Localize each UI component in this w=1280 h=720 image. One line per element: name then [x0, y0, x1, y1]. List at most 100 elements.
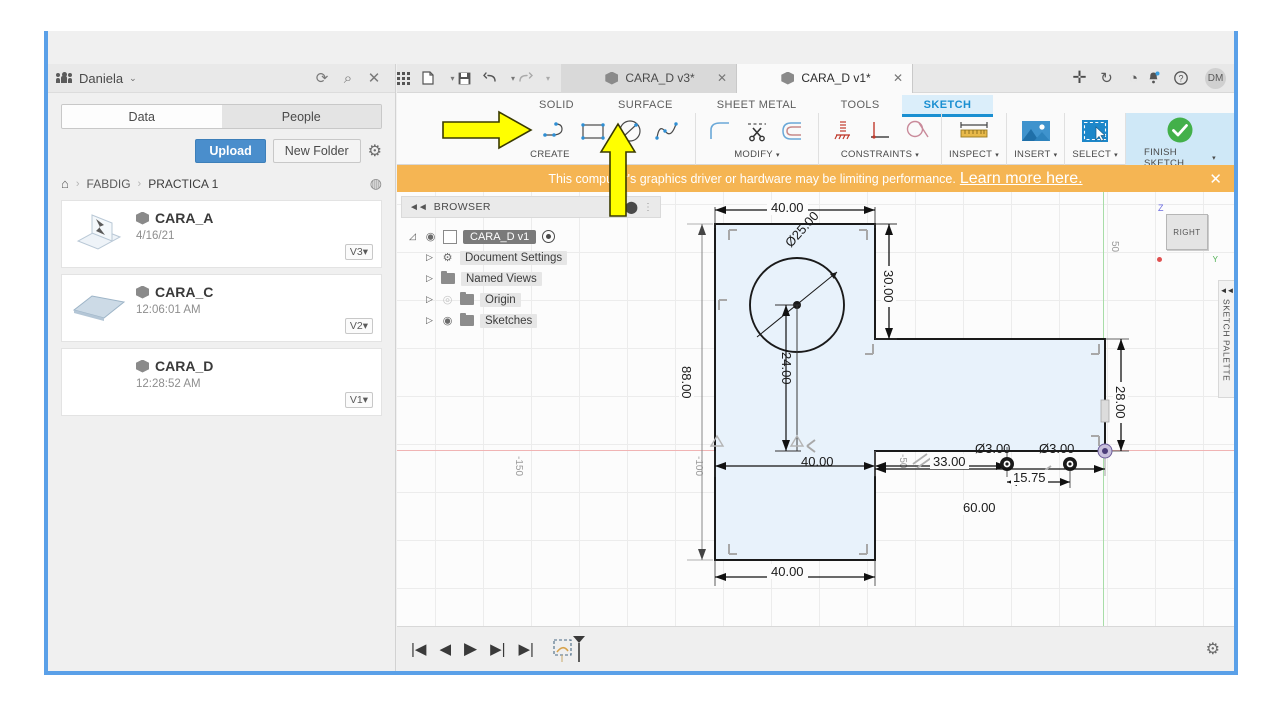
redo-caret[interactable]: ▾ [543, 74, 553, 83]
timeline-settings-gear-icon[interactable]: ⚙ [1206, 639, 1220, 659]
cube-icon [136, 212, 149, 225]
version-badge[interactable]: V1▾ [344, 392, 373, 408]
ribbon-group-label-create[interactable]: CREATE [530, 149, 570, 160]
eye-icon[interactable]: ◉ [424, 230, 437, 243]
apps-grid-icon[interactable] [397, 71, 422, 85]
ribbon-group-label-insert[interactable]: INSERT ▾ [1014, 149, 1057, 160]
breadcrumb-item-fabdig[interactable]: FABDIG [87, 177, 131, 191]
ribbon-group-finish-sketch[interactable]: FINISH SKETCH ▾ [1126, 113, 1234, 169]
refresh-icon[interactable]: ⟳ [309, 69, 335, 87]
redo-icon[interactable] [518, 72, 543, 84]
list-item[interactable]: CARA_A 4/16/21 V3▾ [61, 200, 382, 268]
document-tab-cara-d-v1[interactable]: CARA_D v1* ✕ [737, 63, 913, 93]
insert-image-icon[interactable] [1019, 114, 1053, 147]
avatar[interactable]: DM [1205, 67, 1226, 89]
eye-hidden-icon[interactable]: ◎ [441, 293, 454, 306]
tangent-icon[interactable] [900, 114, 934, 147]
browser-node-document-settings[interactable]: ▷ ⚙ Document Settings [407, 247, 665, 268]
dimension-bottom-width[interactable]: 40.00 [767, 564, 808, 579]
close-icon[interactable]: ✕ [893, 71, 903, 85]
step-forward-icon[interactable]: ▶| [490, 640, 505, 658]
tab-people[interactable]: People [221, 105, 381, 128]
new-file-icon[interactable] [422, 71, 447, 85]
measure-icon[interactable] [957, 114, 991, 147]
dimension-circle-offset[interactable]: 24.00 [779, 352, 794, 385]
globe-icon[interactable]: ◍ [370, 175, 382, 192]
home-icon[interactable]: ⌂ [61, 176, 69, 191]
dimension-hole-spacing[interactable]: 15.75 [1011, 470, 1048, 485]
dimension-upper-right-height[interactable]: 30.00 [881, 266, 896, 307]
breadcrumb-item-practica1[interactable]: PRACTICA 1 [148, 177, 218, 191]
dimension-hole-offset[interactable]: 33.00 [930, 454, 969, 469]
skip-to-end-icon[interactable]: ▶| [519, 640, 534, 658]
gear-icon[interactable]: ⚙ [368, 141, 382, 161]
fix-constraint-icon[interactable] [826, 114, 860, 147]
spline-icon[interactable] [650, 114, 684, 147]
job-status-icon[interactable]: ◔ [1120, 70, 1147, 87]
line-icon[interactable] [539, 114, 573, 147]
new-folder-button[interactable]: New Folder [272, 138, 361, 163]
user-name[interactable]: Daniela [79, 71, 123, 86]
sketch-palette-tab[interactable]: ◄◄ SKETCH PALETTE [1218, 280, 1234, 398]
offset-icon[interactable] [777, 114, 811, 147]
refresh-icon[interactable]: ↻ [1093, 69, 1120, 87]
trim-scissors-icon[interactable] [740, 114, 774, 147]
expand-arrow-icon[interactable]: ▷ [424, 294, 435, 305]
dimension-right-height[interactable]: 28.00 [1113, 382, 1128, 423]
list-item[interactable]: CARA_D 12:28:52 AM V1▾ [61, 348, 382, 416]
user-dropdown-caret[interactable]: ⌄ [129, 73, 137, 84]
view-cube[interactable]: Z RIGHT Y [1157, 203, 1218, 264]
ribbon-group-label-select[interactable]: SELECT ▾ [1072, 149, 1118, 160]
expand-arrow-icon[interactable]: ▷ [424, 252, 435, 263]
select-cursor-icon[interactable] [1078, 114, 1112, 147]
banner-learn-more-link[interactable]: Learn more here. [960, 170, 1083, 188]
play-icon[interactable]: ▶ [464, 639, 477, 659]
dimension-total-length[interactable]: 60.00 [959, 500, 1000, 515]
browser-root-row[interactable]: ◿ ◉ CARA_D v1 [407, 226, 665, 247]
view-cube-face[interactable]: RIGHT [1166, 214, 1208, 250]
ribbon-group-label-modify[interactable]: MODIFY ▾ [734, 149, 780, 160]
version-badge[interactable]: V2▾ [344, 318, 373, 334]
dimension-mid-width[interactable]: 40.00 [801, 454, 834, 469]
bell-icon[interactable] [1147, 71, 1174, 85]
eye-icon[interactable]: ◉ [441, 314, 454, 327]
close-icon[interactable]: ✕ [717, 71, 727, 85]
undo-caret[interactable]: ▾ [508, 74, 518, 83]
upload-button[interactable]: Upload [195, 138, 266, 163]
collapse-icon[interactable]: ◄◄ [1220, 286, 1234, 295]
step-back-icon[interactable]: ◀ [439, 640, 451, 658]
ribbon-group-label-constraints[interactable]: CONSTRAINTS ▾ [841, 149, 919, 160]
timeline-feature-marker[interactable] [553, 634, 587, 664]
finish-check-icon[interactable] [1163, 113, 1197, 146]
document-tab-cara-d-v3[interactable]: CARA_D v3* ✕ [561, 63, 737, 93]
list-item[interactable]: CARA_C 12:06:01 AM V2▾ [61, 274, 382, 342]
browser-node-origin[interactable]: ▷ ◎ Origin [407, 289, 665, 310]
data-panel-header: Daniela ⌄ ⟳ ⌕ ✕ [48, 64, 395, 93]
help-icon[interactable]: ? [1174, 71, 1201, 85]
expand-arrow-icon[interactable]: ◿ [407, 231, 418, 242]
browser-grip-icon[interactable]: ⋮ [643, 202, 653, 213]
tab-data[interactable]: Data [62, 105, 222, 128]
new-file-caret[interactable]: ▾ [447, 74, 458, 83]
fillet-icon[interactable] [703, 114, 737, 147]
browser-node-named-views[interactable]: ▷ Named Views [407, 268, 665, 289]
close-panel-icon[interactable]: ✕ [361, 69, 387, 87]
browser-node-sketches[interactable]: ▷ ◉ Sketches [407, 310, 665, 331]
ribbon-group-label-inspect[interactable]: INSPECT ▾ [949, 149, 999, 160]
search-icon[interactable]: ⌕ [335, 70, 361, 87]
expand-arrow-icon[interactable]: ▷ [424, 315, 435, 326]
collapse-icon[interactable]: ◄◄ [409, 202, 428, 213]
version-badge[interactable]: V3▾ [344, 244, 373, 260]
dimension-hole-1-diameter[interactable]: Ø3.00 [975, 441, 1010, 456]
undo-icon[interactable] [483, 72, 508, 84]
activate-component-icon[interactable] [542, 230, 556, 243]
perpendicular-icon[interactable] [863, 114, 897, 147]
save-icon[interactable] [458, 72, 483, 85]
dimension-left-height[interactable]: 88.00 [679, 362, 694, 403]
dimension-hole-2-diameter[interactable]: Ø3.00 [1039, 441, 1074, 456]
skip-to-start-icon[interactable]: |◀ [411, 640, 426, 658]
expand-arrow-icon[interactable]: ▷ [424, 273, 435, 284]
banner-close-icon[interactable]: ✕ [1209, 170, 1222, 188]
new-tab-icon[interactable]: ✛ [1066, 68, 1093, 88]
dimension-top-width[interactable]: 40.00 [767, 200, 808, 215]
